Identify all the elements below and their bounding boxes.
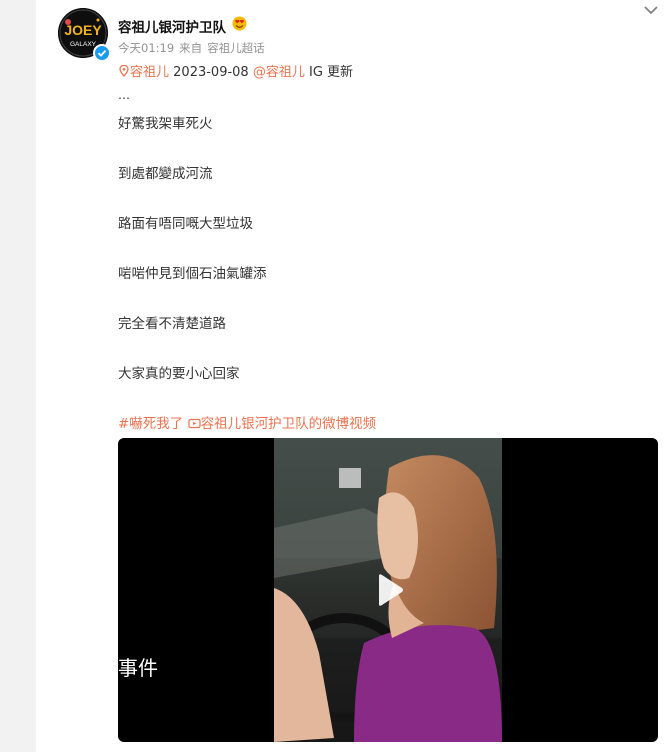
video-caption: 事件 xyxy=(118,656,158,680)
source-prefix: 来自 xyxy=(179,41,203,55)
svg-text:GALAXY: GALAXY xyxy=(70,41,97,48)
topic-link[interactable]: 容祖儿 xyxy=(118,65,169,80)
post-line: 大家真的要小心回家 xyxy=(118,366,240,382)
post-date: 2023-09-08 xyxy=(173,65,249,80)
video-link-label: 容祖儿银河护卫队的微博视频 xyxy=(200,416,377,432)
topic-link-label: 容祖儿 xyxy=(130,65,170,80)
author-name[interactable]: 容祖儿银河护卫队 xyxy=(118,16,226,36)
location-pin-icon xyxy=(119,65,129,77)
mention-link[interactable]: @容祖儿 xyxy=(253,65,305,80)
source-link[interactable]: 容祖儿超话 xyxy=(207,41,265,55)
post-line: 路面有唔同嘅大型垃圾 xyxy=(118,216,253,232)
post-line: 完全看不清楚道路 xyxy=(118,316,226,332)
heart-eyes-emoji-icon xyxy=(232,16,247,31)
post-meta: 今天01:19 来自 容祖儿超话 xyxy=(118,40,270,56)
post-line: 到處都變成河流 xyxy=(118,166,213,182)
video-icon xyxy=(188,418,201,429)
post-time[interactable]: 今天01:19 xyxy=(118,41,174,55)
ig-update-text: IG 更新 xyxy=(309,65,354,80)
svg-text:JOEY: JOEY xyxy=(64,22,102,38)
post-line: 啱啱仲見到個石油氣罐添 xyxy=(118,266,267,282)
verified-badge-icon xyxy=(93,44,111,62)
chevron-down-icon[interactable] xyxy=(642,2,660,16)
video-player[interactable]: 事件 xyxy=(118,438,658,742)
play-icon[interactable] xyxy=(368,570,408,610)
video-link[interactable]: 容祖儿银河护卫队的微博视频 xyxy=(188,416,377,432)
ellipsis: … xyxy=(118,88,131,102)
repost-reference: 容祖儿 2023-09-08 @容祖儿 IG 更新 xyxy=(118,61,353,80)
hashtag-link[interactable]: #嚇死我了 xyxy=(118,416,183,432)
post-line: 好驚我架車死火 xyxy=(118,116,213,132)
hashtag-line: #嚇死我了 容祖儿银河护卫队的微博视频 xyxy=(118,412,376,432)
